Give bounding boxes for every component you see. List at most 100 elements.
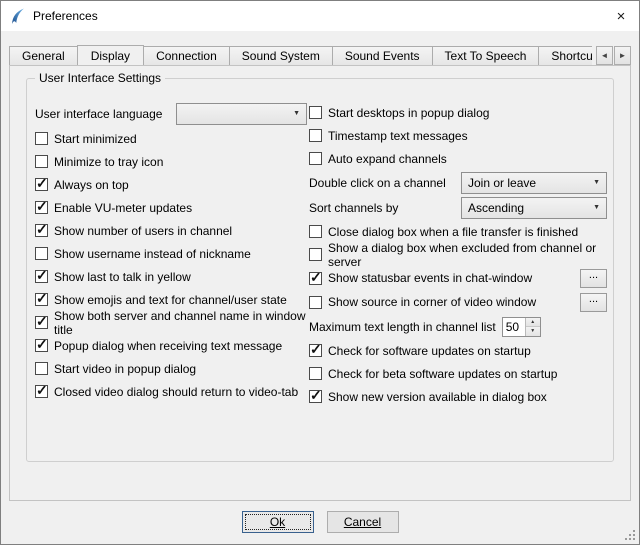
row-new-version-dialog[interactable]: Show new version available in dialog box [309, 385, 607, 408]
double-click-combobox-value: Join or leave [468, 176, 536, 190]
checkbox-vu-meter[interactable] [35, 201, 48, 214]
row-timestamp[interactable]: Timestamp text messages [309, 124, 607, 147]
checkbox-auto-expand[interactable] [309, 152, 322, 165]
row-video-return[interactable]: Closed video dialog should return to vid… [35, 380, 307, 403]
checkbox-minimize-to-tray[interactable] [35, 155, 48, 168]
row-show-username[interactable]: Show username instead of nickname [35, 242, 307, 265]
row-beta-updates[interactable]: Check for beta software updates on start… [309, 362, 607, 385]
row-last-to-talk[interactable]: Show last to talk in yellow [35, 265, 307, 288]
spin-up-icon: ▲ [530, 319, 535, 325]
tab-display[interactable]: Display [77, 45, 144, 65]
window-title: Preferences [33, 9, 98, 23]
row-excluded-dialog[interactable]: Show a dialog box when excluded from cha… [309, 243, 607, 266]
checkbox-label: Auto expand channels [328, 152, 447, 166]
checkbox-label: Popup dialog when receiving text message [54, 339, 282, 353]
checkbox-start-minimized[interactable] [35, 132, 48, 145]
checkbox-software-updates[interactable] [309, 344, 322, 357]
checkbox-video-popup[interactable] [35, 362, 48, 375]
sort-channels-combobox[interactable]: Ascending ▼ [461, 197, 607, 219]
checkbox-video-return[interactable] [35, 385, 48, 398]
sort-channels-label: Sort channels by [309, 201, 398, 215]
max-text-length-row: Maximum text length in channel list ▲ ▼ [309, 314, 607, 339]
checkbox-excluded-dialog[interactable] [309, 248, 322, 261]
row-user-count[interactable]: Show number of users in channel [35, 219, 307, 242]
checkbox-label: Always on top [54, 178, 129, 192]
checkbox-label: Start minimized [54, 132, 137, 146]
checkbox-label: Show both server and channel name in win… [54, 309, 307, 337]
close-icon: × [617, 8, 626, 25]
checkbox-emojis-state[interactable] [35, 293, 48, 306]
cancel-button[interactable]: Cancel [327, 511, 399, 533]
checkbox-desktops-popup[interactable] [309, 106, 322, 119]
checkbox-file-transfer-close[interactable] [309, 225, 322, 238]
resize-grip[interactable] [623, 528, 637, 542]
tab-sound-events[interactable]: Sound Events [332, 46, 433, 65]
checkbox-always-on-top[interactable] [35, 178, 48, 191]
language-combobox[interactable]: ▼ [176, 103, 307, 125]
max-text-length-label: Maximum text length in channel list [309, 320, 496, 334]
checkbox-new-version-dialog[interactable] [309, 390, 322, 403]
checkbox-user-count[interactable] [35, 224, 48, 237]
checkbox-label: Show emojis and text for channel/user st… [54, 293, 287, 307]
row-video-source-corner[interactable]: Show source in corner of video window ..… [309, 290, 607, 314]
row-start-minimized[interactable]: Start minimized [35, 127, 307, 150]
tab-strip: General Display Connection Sound System … [9, 44, 631, 65]
cancel-button-label: Cancel [344, 515, 381, 529]
checkbox-label: Show username instead of nickname [54, 247, 251, 261]
spin-down-icon: ▼ [530, 328, 535, 334]
checkbox-beta-updates[interactable] [309, 367, 322, 380]
row-software-updates[interactable]: Check for software updates on startup [309, 339, 607, 362]
double-click-combobox[interactable]: Join or leave ▼ [461, 172, 607, 194]
checkbox-label: Show last to talk in yellow [54, 270, 191, 284]
close-button[interactable]: × [603, 1, 639, 31]
checkbox-label: Show new version available in dialog box [328, 390, 547, 404]
row-video-popup[interactable]: Start video in popup dialog [35, 357, 307, 380]
checkbox-window-title[interactable] [35, 316, 48, 329]
row-desktops-popup[interactable]: Start desktops in popup dialog [309, 101, 607, 124]
max-text-length-input[interactable] [503, 318, 525, 336]
tab-connection[interactable]: Connection [143, 46, 230, 65]
row-statusbar-events[interactable]: Show statusbar events in chat-window ... [309, 266, 607, 290]
checkbox-video-source-corner[interactable] [309, 296, 322, 309]
row-auto-expand[interactable]: Auto expand channels [309, 147, 607, 170]
arrow-left-icon: ◄ [601, 51, 609, 60]
video-source-more-button[interactable]: ... [580, 293, 607, 312]
checkbox-label: Start video in popup dialog [54, 362, 196, 376]
checkbox-statusbar-events[interactable] [309, 272, 322, 285]
row-window-title[interactable]: Show both server and channel name in win… [35, 311, 307, 334]
ui-settings-group: User Interface Settings User interface l… [26, 78, 614, 462]
tab-scroll-left-button[interactable]: ◄ [596, 46, 613, 65]
language-row: User interface language ▼ [35, 101, 307, 126]
checkbox-timestamp[interactable] [309, 129, 322, 142]
spin-up-button[interactable]: ▲ [526, 318, 540, 328]
row-vu-meter[interactable]: Enable VU-meter updates [35, 196, 307, 219]
checkbox-label: Closed video dialog should return to vid… [54, 385, 298, 399]
ok-button[interactable]: Ok [242, 511, 314, 533]
tab-sound-system[interactable]: Sound System [229, 46, 333, 65]
statusbar-events-more-button[interactable]: ... [580, 269, 607, 288]
tab-general[interactable]: General [9, 46, 78, 65]
row-minimize-to-tray[interactable]: Minimize to tray icon [35, 150, 307, 173]
preferences-dialog: Preferences × General Display Connection… [0, 0, 640, 545]
app-icon [9, 8, 26, 25]
spin-buttons: ▲ ▼ [525, 318, 540, 336]
ok-button-label: Ok [270, 515, 285, 529]
checkbox-label: Minimize to tray icon [54, 155, 163, 169]
sort-channels-combobox-value: Ascending [468, 201, 524, 215]
checkbox-label: Enable VU-meter updates [54, 201, 192, 215]
ellipsis-icon: ... [589, 270, 598, 280]
checkbox-popup-text[interactable] [35, 339, 48, 352]
checkbox-show-username[interactable] [35, 247, 48, 260]
max-text-length-spinbox[interactable]: ▲ ▼ [502, 317, 541, 337]
row-popup-text[interactable]: Popup dialog when receiving text message [35, 334, 307, 357]
group-title: User Interface Settings [35, 71, 165, 85]
tab-scroller: ◄ ► [592, 46, 631, 65]
checkbox-label: Show source in corner of video window [328, 295, 536, 309]
row-always-on-top[interactable]: Always on top [35, 173, 307, 196]
tab-text-to-speech[interactable]: Text To Speech [432, 46, 540, 65]
arrow-right-icon: ► [619, 51, 627, 60]
titlebar[interactable]: Preferences × [1, 1, 639, 31]
checkbox-last-to-talk[interactable] [35, 270, 48, 283]
spin-down-button[interactable]: ▼ [526, 327, 540, 336]
tab-scroll-right-button[interactable]: ► [614, 46, 631, 65]
